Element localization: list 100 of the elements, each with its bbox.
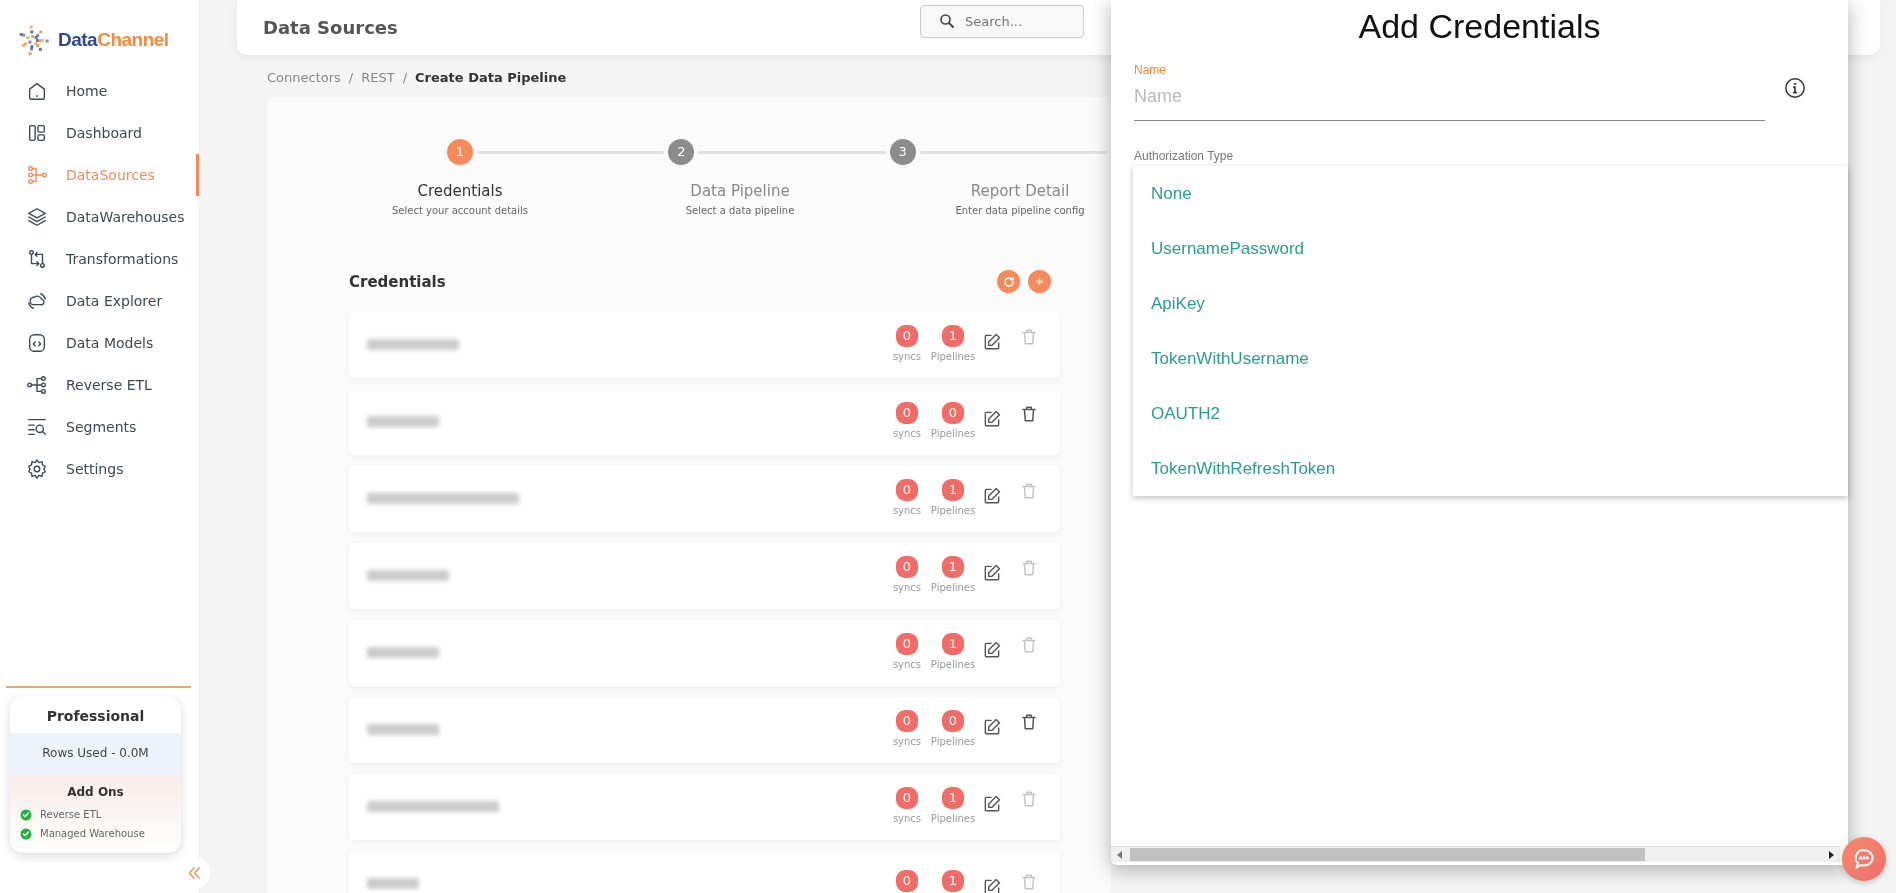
redacted-name xyxy=(367,647,439,658)
dropdown-option[interactable]: OAUTH2 xyxy=(1133,385,1848,441)
breadcrumb-link[interactable]: Connectors xyxy=(267,68,341,88)
flow-icon xyxy=(26,164,48,186)
credential-row[interactable]: 0 1 xyxy=(349,850,1060,893)
count-label: Pipelines xyxy=(930,504,976,518)
edit-icon[interactable] xyxy=(982,409,1002,429)
sync-count: 0 xyxy=(896,556,918,578)
sync-count: 0 xyxy=(896,787,918,809)
trash-icon[interactable] xyxy=(1020,712,1038,732)
count-label: Pipelines xyxy=(930,427,976,441)
credential-row[interactable]: 0 syncs 0 Pipelines xyxy=(349,388,1060,455)
code-icon xyxy=(26,332,48,354)
sync-count: 0 xyxy=(896,710,918,732)
dropdown-option[interactable]: None xyxy=(1133,165,1848,221)
nav-item[interactable]: DataWarehouses xyxy=(0,196,199,238)
nav-item[interactable]: Data Explorer xyxy=(0,280,199,322)
nav-item[interactable]: Dashboard xyxy=(0,112,199,154)
step-title: Report Detail xyxy=(969,181,1071,202)
step-number: 1 xyxy=(447,139,473,165)
addon-label: Reverse ETL xyxy=(40,808,102,822)
nav-item[interactable]: Transformations xyxy=(0,238,199,280)
edit-icon[interactable] xyxy=(982,794,1002,814)
nav-item[interactable]: Reverse ETL xyxy=(0,364,199,406)
step-number: 3 xyxy=(889,139,916,165)
search-icon xyxy=(938,12,956,30)
credential-row[interactable]: 0 syncs 1 Pipelines xyxy=(349,311,1060,378)
dropdown-option[interactable]: UsernamePassword xyxy=(1133,220,1848,276)
chat-button[interactable] xyxy=(1842,837,1886,881)
pipeline-count: 1 xyxy=(942,787,964,809)
edit-icon[interactable] xyxy=(982,332,1002,352)
count-label: Pipelines xyxy=(930,735,976,749)
plan-title: Professional xyxy=(45,707,146,726)
pipeline-count: 0 xyxy=(942,710,964,732)
search-field[interactable]: Search... xyxy=(920,5,1084,38)
sync-count: 0 xyxy=(896,479,918,501)
field-label: Name xyxy=(1134,61,1167,79)
pipeline-count: 1 xyxy=(942,325,964,347)
addon-label: Managed Warehouse xyxy=(40,827,145,841)
dropdown-option[interactable]: TokenWithRefreshToken xyxy=(1133,440,1848,496)
sync-count: 0 xyxy=(896,402,918,424)
edit-icon[interactable] xyxy=(982,877,1002,893)
dropdown-option[interactable]: ApiKey xyxy=(1133,275,1848,331)
dropdown-option[interactable]: TokenWithUsername xyxy=(1133,330,1848,386)
edit-icon[interactable] xyxy=(982,486,1002,506)
tree-icon xyxy=(26,374,48,396)
step-title: Data Pipeline xyxy=(689,181,791,202)
transform-icon xyxy=(26,248,48,270)
plus-icon xyxy=(1035,277,1044,286)
edit-icon[interactable] xyxy=(982,717,1002,737)
credential-row[interactable]: 0 syncs 1 Pipelines xyxy=(349,619,1060,686)
trash-icon[interactable] xyxy=(1020,404,1038,424)
sync-count: 0 xyxy=(896,633,918,655)
edit-icon[interactable] xyxy=(982,563,1002,583)
pipeline-count: 1 xyxy=(942,479,964,501)
breadcrumb-separator: / xyxy=(402,69,408,88)
breadcrumb-link[interactable]: REST xyxy=(361,68,395,88)
credential-row[interactable]: 0 syncs 0 Pipelines xyxy=(349,696,1060,763)
field-label: Authorization Type xyxy=(1134,147,1235,165)
info-icon[interactable] xyxy=(1784,76,1806,99)
nav-item[interactable]: Settings xyxy=(0,448,199,490)
count-label: Pipelines xyxy=(930,581,976,595)
redacted-name xyxy=(367,878,419,889)
count-label: syncs xyxy=(892,427,922,441)
cloud-icon xyxy=(26,290,48,312)
pipeline-count: 0 xyxy=(942,402,964,424)
step-subtitle: Select your account details xyxy=(391,203,529,218)
panel-title: Add Credentials xyxy=(1357,6,1602,47)
sync-count: 0 xyxy=(896,325,918,347)
credential-row[interactable]: 0 syncs 1 Pipelines xyxy=(349,773,1060,840)
nav-item[interactable]: Data Models xyxy=(0,322,199,364)
breadcrumb-separator: / xyxy=(348,69,354,88)
redacted-name xyxy=(367,724,439,735)
count-label: Pipelines xyxy=(930,812,976,826)
step-title: Credentials xyxy=(416,181,504,202)
step-subtitle: Enter data pipeline config xyxy=(954,203,1086,218)
nav-item[interactable]: Home xyxy=(0,70,199,112)
count-label: syncs xyxy=(892,350,922,364)
horizontal-scrollbar[interactable] xyxy=(1111,846,1840,862)
settings-icon xyxy=(26,458,48,480)
pipeline-count: 1 xyxy=(942,556,964,578)
count-label: syncs xyxy=(892,812,922,826)
credential-row[interactable]: 0 syncs 1 Pipelines xyxy=(349,465,1060,532)
edit-icon[interactable] xyxy=(982,640,1002,660)
nav-item[interactable]: DataSources xyxy=(0,154,199,196)
count-label: syncs xyxy=(892,735,922,749)
count-label: syncs xyxy=(892,581,922,595)
count-label: syncs xyxy=(892,504,922,518)
section-title: Credentials xyxy=(349,272,446,291)
dashboard-icon xyxy=(26,122,48,144)
step-subtitle: Select a data pipeline xyxy=(684,203,796,218)
home-icon xyxy=(26,80,48,102)
rows-used-text: Rows Used - 0.0M xyxy=(10,733,181,775)
refresh-icon xyxy=(1001,274,1016,289)
addons-title: Add Ons xyxy=(66,784,125,801)
nav-item[interactable]: Segments xyxy=(0,406,199,448)
credential-row[interactable]: 0 syncs 1 Pipelines xyxy=(349,542,1060,609)
list-search-icon xyxy=(26,416,48,438)
count-label: Pipelines xyxy=(930,658,976,672)
step-number: 2 xyxy=(668,139,695,165)
